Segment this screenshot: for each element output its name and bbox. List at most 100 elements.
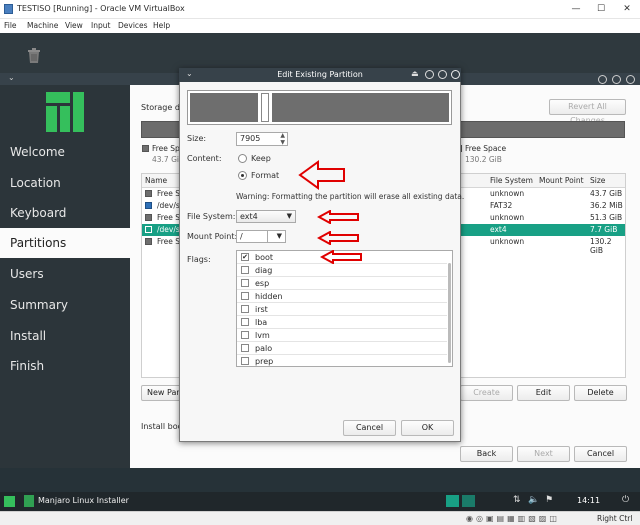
sidebar-item-keyboard[interactable]: Keyboard <box>0 198 130 228</box>
maximize-icon[interactable] <box>438 70 447 79</box>
keep-radio[interactable] <box>238 154 247 163</box>
trash-icon[interactable] <box>27 48 41 63</box>
network-icon[interactable]: ⇅ <box>513 495 521 505</box>
row-fs: ext4 <box>490 225 507 234</box>
checkbox[interactable] <box>241 344 249 352</box>
cancel-install-button[interactable]: Cancel <box>574 446 627 462</box>
flag-diag[interactable]: diag <box>237 264 447 277</box>
back-button[interactable]: Back <box>460 446 513 462</box>
row-size: 51.3 GiB <box>590 213 623 222</box>
maximize-icon[interactable] <box>612 75 621 84</box>
col-name[interactable]: Name <box>145 176 167 185</box>
menu-view[interactable]: View <box>65 21 83 30</box>
revert-all-changes-button[interactable]: Revert All Changes <box>549 99 626 125</box>
checkbox[interactable] <box>241 331 249 339</box>
flag-esp[interactable]: esp <box>237 277 447 290</box>
flag-lvm[interactable]: lvm <box>237 329 447 342</box>
legend-label: Free Sp <box>152 144 180 153</box>
col-mount-point[interactable]: Mount Point <box>539 176 584 185</box>
preview-resize-handle[interactable] <box>261 93 269 122</box>
checkbox[interactable] <box>241 318 249 326</box>
flag-lba[interactable]: lba <box>237 316 447 329</box>
flags-scrollbar[interactable] <box>448 263 451 363</box>
row-name: /dev/s <box>157 225 180 234</box>
legend-label: Free Space <box>465 144 507 153</box>
content-label: Content: <box>187 154 222 163</box>
flag-hidden[interactable]: hidden <box>237 290 447 303</box>
row-name: Free S <box>157 237 181 246</box>
flag-palo[interactable]: palo <box>237 342 447 355</box>
volume-icon[interactable]: 🔈 <box>528 495 539 505</box>
eject-icon[interactable]: ⏏ <box>411 69 419 78</box>
format-warning: Warning: Formatting the partition will e… <box>236 192 465 201</box>
chevron-down-icon: ▼ <box>286 212 292 220</box>
desktop-panel <box>0 33 640 73</box>
checkbox[interactable] <box>241 266 249 274</box>
size-spinbox[interactable]: 7905 ▲ ▼ <box>236 132 288 146</box>
mount-point-value: / <box>240 232 243 241</box>
preview-segment <box>190 93 258 122</box>
row-name: Free S <box>157 213 181 222</box>
sidebar-item-partitions[interactable]: Partitions <box>0 228 130 258</box>
sidebar-item-welcome[interactable]: Welcome <box>0 137 130 167</box>
workspace-icon[interactable] <box>462 495 475 507</box>
next-button[interactable]: Next <box>517 446 570 462</box>
create-button[interactable]: Create <box>460 385 513 401</box>
flag-prep[interactable]: prep <box>237 355 447 366</box>
edit-button[interactable]: Edit <box>517 385 570 401</box>
file-system-select[interactable]: ext4 ▼ <box>236 210 296 223</box>
row-size: 43.7 GiB <box>590 189 623 198</box>
chevron-down-icon[interactable]: ⌄ <box>8 73 15 82</box>
menu-devices[interactable]: Devices <box>118 21 148 30</box>
close-icon[interactable] <box>451 70 460 79</box>
dialog-ok-button[interactable]: OK <box>401 420 454 436</box>
flag-irst[interactable]: irst <box>237 303 447 316</box>
sidebar: Welcome Location Keyboard Partitions Use… <box>0 85 130 468</box>
manjaro-menu-icon[interactable] <box>4 496 15 507</box>
checkbox[interactable]: ✔ <box>241 253 249 261</box>
minimize-button[interactable]: — <box>565 1 587 17</box>
col-file-system[interactable]: File System <box>490 176 533 185</box>
annotation-arrow <box>298 160 345 190</box>
row-size: 7.7 GiB <box>590 225 618 234</box>
dialog-cancel-button[interactable]: Cancel <box>343 420 396 436</box>
close-button[interactable]: ✕ <box>616 1 638 17</box>
chevron-down-icon[interactable]: ⌄ <box>186 69 193 78</box>
menu-machine[interactable]: Machine <box>27 21 58 30</box>
guest-taskbar: Manjaro Linux Installer ⇅ 🔈 ⚑ 14:11 ⏻ <box>0 492 640 511</box>
sidebar-item-users[interactable]: Users <box>0 259 130 289</box>
checkbox[interactable] <box>241 305 249 313</box>
minimize-icon[interactable] <box>425 70 434 79</box>
sidebar-item-location[interactable]: Location <box>0 168 130 198</box>
menu-file[interactable]: File <box>4 21 17 30</box>
checkbox[interactable] <box>241 292 249 300</box>
menu-help[interactable]: Help <box>153 21 170 30</box>
notification-icon[interactable]: ⚑ <box>545 495 553 505</box>
mount-point-combo[interactable]: / ▼ <box>236 230 286 243</box>
maximize-button[interactable]: ☐ <box>590 1 612 17</box>
delete-button[interactable]: Delete <box>574 385 627 401</box>
dialog-titlebar: Edit Existing Partition ⌄ ⏏ <box>179 68 461 82</box>
format-radio[interactable] <box>238 171 247 180</box>
sidebar-item-summary[interactable]: Summary <box>0 290 130 320</box>
format-label: Format <box>251 171 280 180</box>
menu-input[interactable]: Input <box>91 21 110 30</box>
chevron-down-icon[interactable]: ▼ <box>277 231 282 242</box>
close-icon[interactable] <box>626 75 635 84</box>
workspace-icon[interactable] <box>446 495 459 507</box>
device-status-icons[interactable]: ◉◎▣▤▦▥▧▨◫ <box>466 514 560 523</box>
sidebar-item-install[interactable]: Install <box>0 321 130 351</box>
col-size[interactable]: Size <box>590 176 605 185</box>
sidebar-item-finish[interactable]: Finish <box>0 351 130 381</box>
file-system-value: ext4 <box>240 212 258 221</box>
minimize-icon[interactable] <box>598 75 607 84</box>
file-system-label: File System: <box>187 212 236 221</box>
checkbox[interactable] <box>241 357 249 365</box>
power-icon[interactable]: ⏻ <box>622 495 629 505</box>
legend-swatch <box>142 145 149 152</box>
partition-swatch <box>145 190 152 197</box>
spin-arrows-icon[interactable]: ▲ ▼ <box>280 132 285 146</box>
checkbox[interactable] <box>241 279 249 287</box>
virtualbox-app-icon <box>4 4 13 14</box>
taskbar-app-label[interactable]: Manjaro Linux Installer <box>38 496 129 505</box>
